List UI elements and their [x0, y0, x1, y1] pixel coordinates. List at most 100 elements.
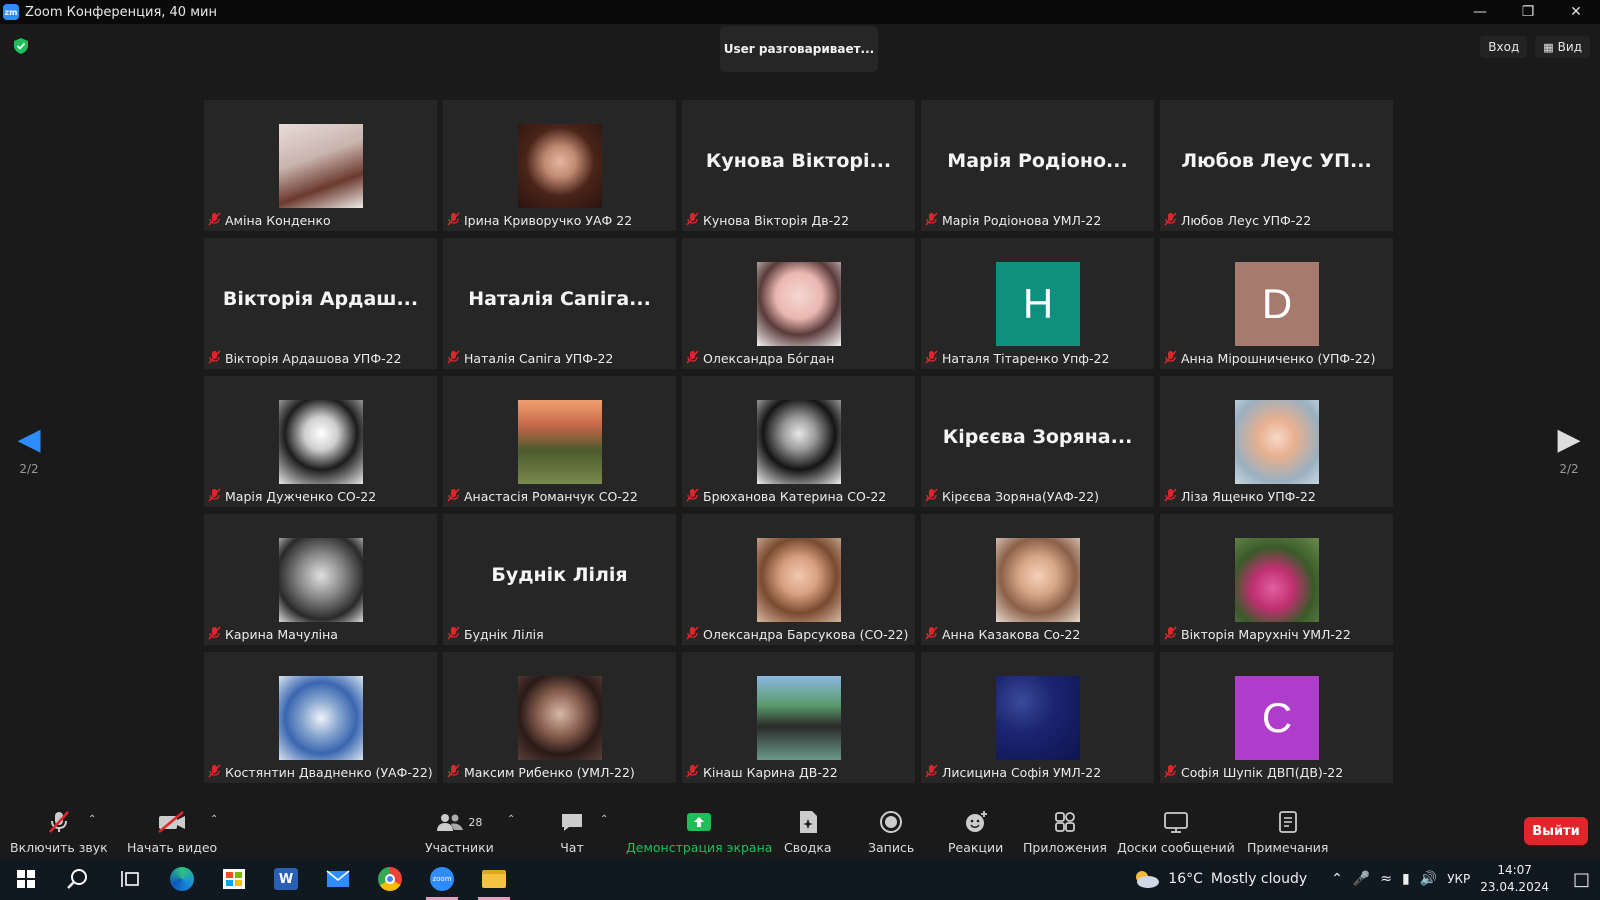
- start-button[interactable]: [0, 858, 52, 900]
- store-taskbar-button[interactable]: [208, 858, 260, 900]
- cloudy-weather-icon: [1136, 871, 1160, 888]
- clock[interactable]: 14:07 23.04.2024: [1480, 862, 1549, 896]
- participant-avatar-letter: D: [1235, 262, 1319, 346]
- active-speaker-banner: User разговаривает...: [720, 26, 878, 72]
- participant-tile[interactable]: Марія Родіоно... Марія Родіонова УМЛ-22: [921, 100, 1154, 231]
- close-icon[interactable]: ✕: [1552, 0, 1600, 24]
- participant-name: Наталія Сапіга УПФ-22: [464, 350, 614, 366]
- minimize-icon[interactable]: —: [1456, 0, 1504, 24]
- reactions-label: Реакции: [948, 840, 1004, 855]
- chrome-taskbar-button[interactable]: [364, 858, 416, 900]
- participant-tile[interactable]: Олександра Бóгдан: [682, 238, 915, 369]
- encryption-shield-icon[interactable]: [13, 37, 29, 55]
- share-screen-button[interactable]: Демонстрация экрана: [626, 808, 772, 855]
- participant-tile[interactable]: Марія Дужченко СО-22: [204, 376, 437, 507]
- muted-mic-icon: [1164, 211, 1177, 229]
- audio-options-caret-icon[interactable]: ⌃: [88, 814, 96, 825]
- participant-name: Марія Дужченко СО-22: [225, 488, 377, 504]
- participant-tile[interactable]: Кірєєва Зоряна... Кірєєва Зоряна(УАФ-22): [921, 376, 1154, 507]
- participant-photo: [757, 676, 841, 760]
- battery-icon[interactable]: ▮: [1402, 871, 1410, 887]
- participant-tile[interactable]: Олександра Барсукова (СО-22): [682, 514, 915, 645]
- view-button[interactable]: ▦ Вид: [1535, 36, 1590, 58]
- mail-taskbar-button[interactable]: [312, 858, 364, 900]
- participant-tile[interactable]: Лисицина Софія УМЛ-22: [921, 652, 1154, 783]
- participant-name: Костянтин Двадненко (УАФ-22): [225, 764, 433, 780]
- show-hidden-icons-icon[interactable]: ⌃: [1331, 871, 1343, 887]
- participant-tile[interactable]: Аміна Конденко: [204, 100, 437, 231]
- participant-name-label: Кірєєва Зоряна(УАФ-22): [925, 487, 1099, 505]
- participant-tile[interactable]: C Софія Шупік ДВП(ДВ)-22: [1160, 652, 1393, 783]
- start-video-button[interactable]: Начать видео: [127, 808, 217, 855]
- participant-tile[interactable]: Брюханова Катерина СО-22: [682, 376, 915, 507]
- participant-photo: [279, 400, 363, 484]
- participant-name-label: Марія Родіонова УМЛ-22: [925, 211, 1101, 229]
- notifications-icon[interactable]: □: [1573, 869, 1590, 890]
- participant-tile[interactable]: Ірина Криворучко УАФ 22: [443, 100, 676, 231]
- edge-taskbar-button[interactable]: [156, 858, 208, 900]
- participant-name-label: Наталя Тітаренко Упф-22: [925, 349, 1109, 367]
- next-page-arrow-icon[interactable]: ▶: [1549, 424, 1589, 456]
- whiteboards-button[interactable]: Доски сообщений: [1117, 808, 1235, 855]
- search-taskbar-button[interactable]: [52, 858, 104, 900]
- microphone-tray-icon[interactable]: 🎤: [1353, 871, 1370, 887]
- summary-button[interactable]: Сводка: [784, 808, 832, 855]
- participant-name-label: Кінаш Карина ДВ-22: [686, 763, 838, 781]
- prev-page-arrow-icon[interactable]: ◀: [9, 424, 49, 456]
- participant-tile[interactable]: Анастасія Романчук СО-22: [443, 376, 676, 507]
- participant-tile[interactable]: Н Наталя Тітаренко Упф-22: [921, 238, 1154, 369]
- participant-display-name: Наталія Сапіга...: [468, 288, 651, 310]
- muted-mic-icon: [686, 349, 699, 367]
- participant-tile[interactable]: Любов Леус УП... Любов Леус УПФ-22: [1160, 100, 1393, 231]
- participant-tile[interactable]: Кунова Вікторі... Кунова Вікторія Дв-22: [682, 100, 915, 231]
- participant-tile[interactable]: D Анна Мірошниченко (УПФ-22): [1160, 238, 1393, 369]
- participant-name: Кунова Вікторія Дв-22: [703, 212, 850, 228]
- participant-name-label: Буднік Лілія: [447, 625, 544, 643]
- participant-photo: [996, 538, 1080, 622]
- participant-name-label: Наталія Сапіга УПФ-22: [447, 349, 613, 367]
- participant-name: Максим Рибенко (УМЛ-22): [464, 764, 635, 780]
- word-taskbar-button[interactable]: W: [260, 858, 312, 900]
- participant-tile[interactable]: Карина Мачуліна: [204, 514, 437, 645]
- reactions-button[interactable]: Реакции: [948, 808, 1003, 855]
- participant-name-label: Софія Шупік ДВП(ДВ)-22: [1164, 763, 1343, 781]
- participant-tile[interactable]: Буднік Лілія Буднік Лілія: [443, 514, 676, 645]
- participant-tile[interactable]: Кінаш Карина ДВ-22: [682, 652, 915, 783]
- task-view-button[interactable]: [104, 858, 156, 900]
- leave-button[interactable]: Выйти: [1524, 817, 1588, 845]
- participant-photo: [757, 400, 841, 484]
- explorer-taskbar-button[interactable]: [468, 858, 520, 900]
- participant-name-label: Карина Мачуліна: [208, 625, 338, 643]
- wifi-icon[interactable]: ≈: [1380, 871, 1392, 887]
- notes-button[interactable]: Примечания: [1247, 808, 1328, 855]
- prev-page[interactable]: ◀ 2/2: [9, 424, 49, 477]
- muted-mic-icon: [1164, 763, 1177, 781]
- participants-button[interactable]: 28 Участники: [425, 808, 494, 855]
- volume-icon[interactable]: 🔊: [1420, 871, 1437, 887]
- input-language[interactable]: УКР: [1447, 872, 1470, 886]
- login-button[interactable]: Вход: [1480, 36, 1528, 58]
- chat-caret-icon[interactable]: ⌃: [600, 814, 608, 825]
- participant-tile[interactable]: Вікторія Марухніч УМЛ-22: [1160, 514, 1393, 645]
- participant-tile[interactable]: Анна Казакова Со-22: [921, 514, 1154, 645]
- video-options-caret-icon[interactable]: ⌃: [210, 814, 218, 825]
- participant-photo: [279, 676, 363, 760]
- participant-tile[interactable]: Наталія Сапіга... Наталія Сапіга УПФ-22: [443, 238, 676, 369]
- weather-description: Mostly cloudy: [1210, 871, 1308, 887]
- participant-tile[interactable]: Ліза Ященко УПФ-22: [1160, 376, 1393, 507]
- participants-caret-icon[interactable]: ⌃: [507, 814, 515, 825]
- participant-tile[interactable]: Вікторія Ардаш... Вікторія Ардашова УПФ-2…: [204, 238, 437, 369]
- zoom-taskbar-button[interactable]: zoom: [416, 858, 468, 900]
- next-page[interactable]: ▶ 2/2: [1549, 424, 1589, 477]
- participant-display-name: Кунова Вікторі...: [705, 150, 892, 172]
- weather-widget[interactable]: 16°C Mostly cloudy: [1132, 869, 1307, 889]
- window-controls: — ❐ ✕: [1456, 0, 1600, 24]
- apps-button[interactable]: Приложения: [1023, 808, 1107, 855]
- participant-tile[interactable]: Костянтин Двадненко (УАФ-22): [204, 652, 437, 783]
- chat-button[interactable]: Чат: [560, 808, 584, 855]
- participant-photo: [518, 676, 602, 760]
- muted-mic-icon: [925, 349, 938, 367]
- record-button[interactable]: Запись: [868, 808, 914, 855]
- restore-icon[interactable]: ❐: [1504, 0, 1552, 24]
- participant-tile[interactable]: Максим Рибенко (УМЛ-22): [443, 652, 676, 783]
